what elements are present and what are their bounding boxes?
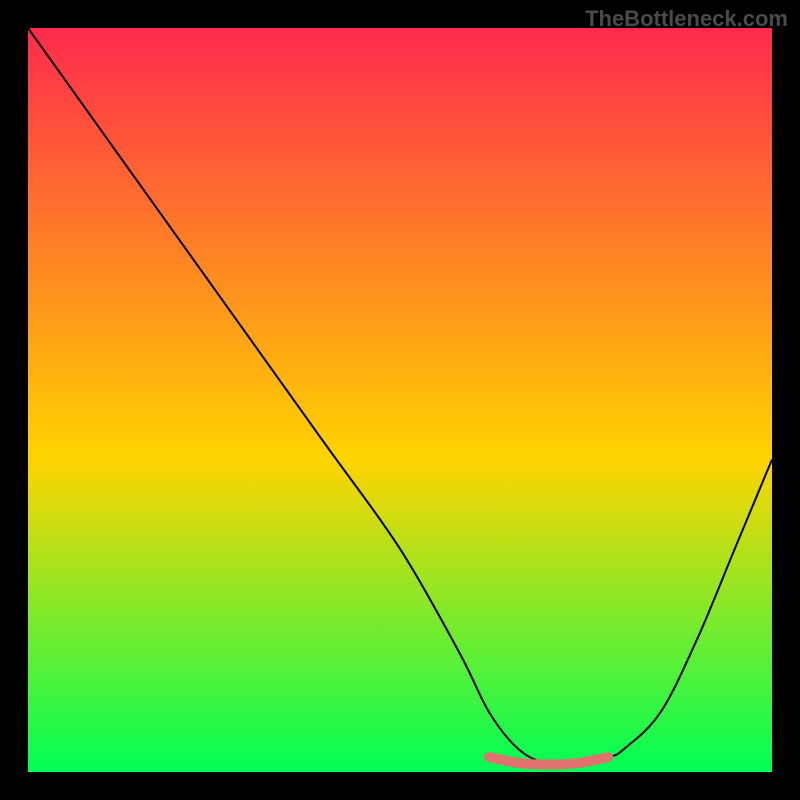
chart-frame: TheBottleneck.com — [0, 0, 800, 800]
watermark-text: TheBottleneck.com — [585, 6, 788, 32]
plot-area — [28, 28, 772, 772]
gradient-bg — [28, 28, 772, 772]
chart-svg — [28, 28, 772, 772]
